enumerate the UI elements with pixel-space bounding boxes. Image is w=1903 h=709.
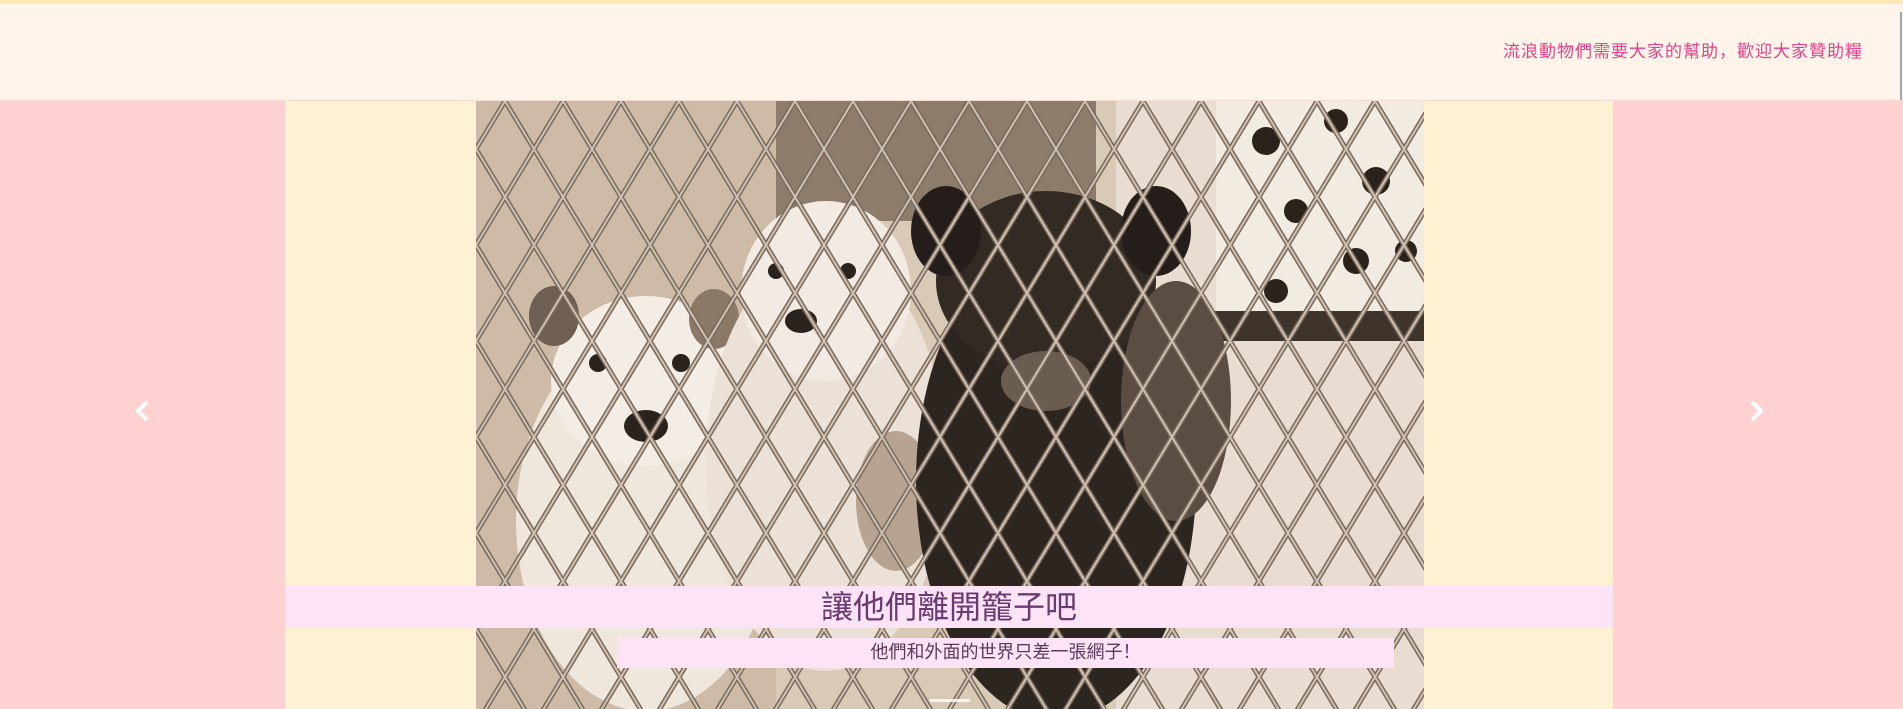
marquee-announcement: 流浪動物們需要大家的幫助，歡迎大家贊助糧 [1503,42,1863,62]
header: 流浪動物們需要大家的幫助，歡迎大家贊助糧 [0,4,1903,101]
carousel-prev-button[interactable] [0,101,285,709]
image-carousel: 讓他們離開籠子吧 他們和外面的世界只差一張網子！ [0,101,1903,709]
slide-caption-subtitle-bar: 他們和外面的世界只差一張網子！ [617,638,1394,668]
slide-subtitle: 他們和外面的世界只差一張網子！ [870,642,1141,663]
slide-caption-title-bar: 讓他們離開籠子吧 [285,586,1613,628]
chevron-right-icon [1747,401,1767,421]
chevron-left-icon [132,401,152,421]
slide-title: 讓他們離開籠子吧 [820,588,1077,626]
scrollbar[interactable] [1900,12,1902,100]
carousel-next-button[interactable] [1613,101,1903,709]
carousel-indicator-active[interactable] [930,699,970,702]
